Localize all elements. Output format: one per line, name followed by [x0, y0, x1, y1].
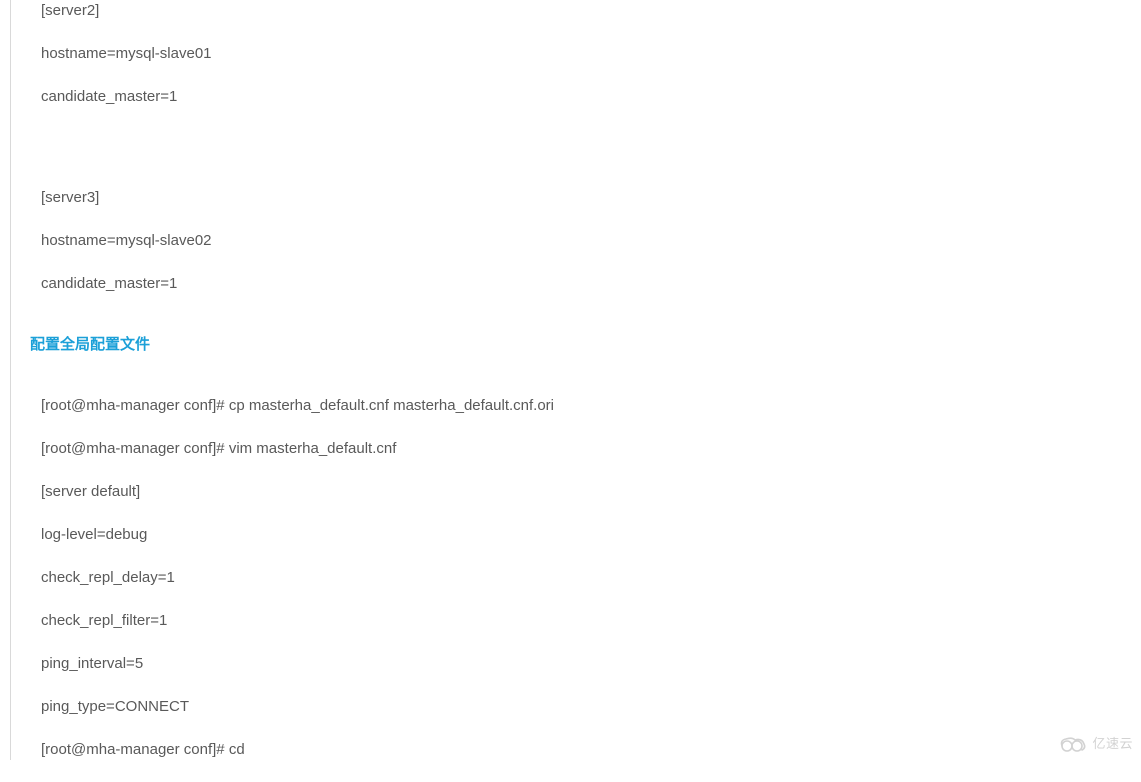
config-line: hostname=mysql-slave02	[41, 230, 1141, 251]
terminal-line: [root@mha-manager conf]# cd	[41, 739, 1141, 760]
config-line: [server default]	[41, 481, 1141, 502]
config-line: check_repl_filter=1	[41, 610, 1141, 631]
config-line: check_repl_delay=1	[41, 567, 1141, 588]
watermark: 亿速云	[1058, 734, 1133, 754]
watermark-text: 亿速云	[1092, 735, 1133, 753]
terminal-line: [root@mha-manager conf]# vim masterha_de…	[41, 438, 1141, 459]
config-line: [server3]	[41, 187, 1141, 208]
config-line: ping_interval=5	[41, 653, 1141, 674]
config-line: ping_type=CONNECT	[41, 696, 1141, 717]
config-line: candidate_master=1	[41, 273, 1141, 294]
terminal-line: [root@mha-manager conf]# cp masterha_def…	[41, 395, 1141, 416]
spacer	[41, 129, 1141, 187]
config-line: [server2]	[41, 0, 1141, 21]
config-line: hostname=mysql-slave01	[41, 43, 1141, 64]
cloud-logo-icon	[1058, 734, 1088, 754]
section-heading-global-config: 配置全局配置文件	[30, 334, 1141, 355]
article-content: [server2] hostname=mysql-slave01 candida…	[10, 0, 1141, 760]
config-line: candidate_master=1	[41, 86, 1141, 107]
config-line: log-level=debug	[41, 524, 1141, 545]
